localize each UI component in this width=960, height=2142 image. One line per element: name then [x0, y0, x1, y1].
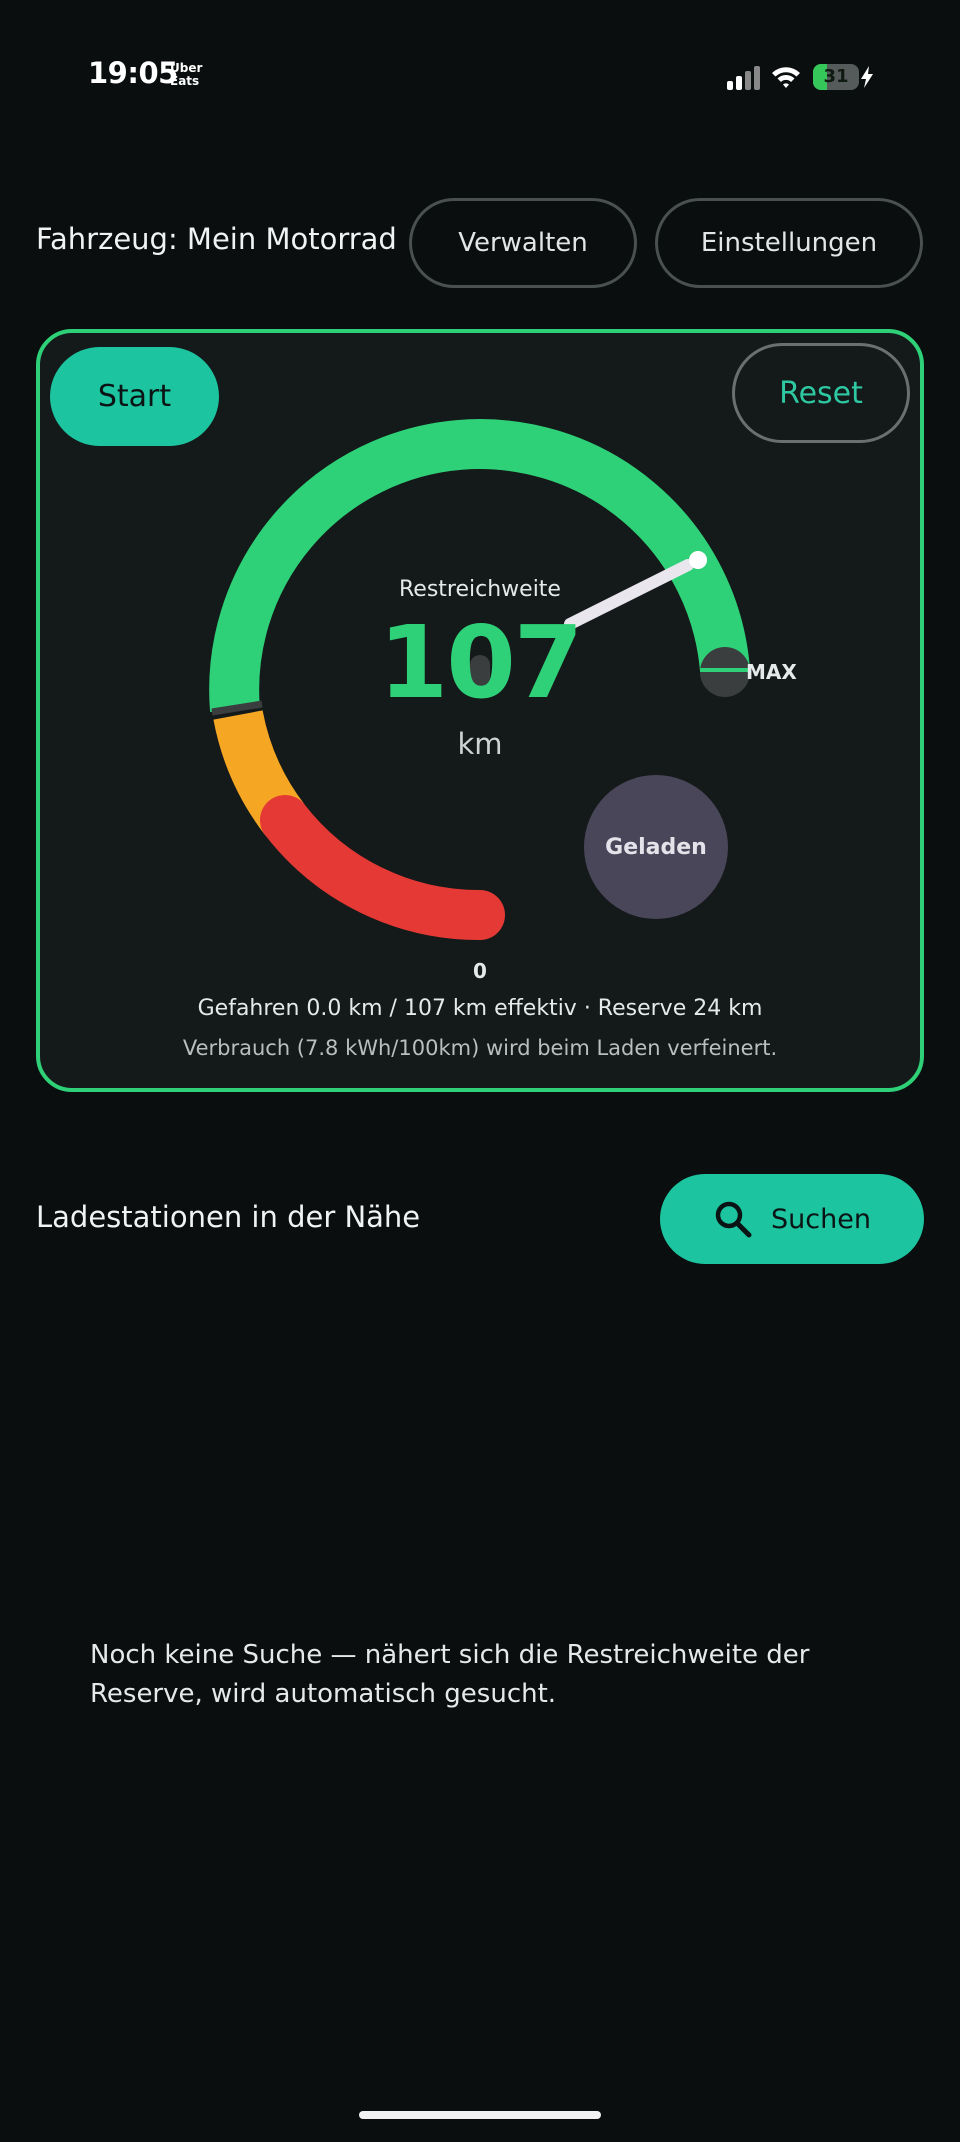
gauge-zero-label: 0 — [473, 959, 487, 983]
signal-icon — [727, 66, 761, 90]
gauge-max-label: MAX — [746, 660, 797, 684]
range-unit: km — [457, 727, 503, 761]
app-badge: Uber Eats — [170, 61, 203, 88]
search-icon — [715, 1201, 752, 1238]
charging-bolt-icon — [861, 66, 873, 88]
settings-button[interactable]: Einstellungen — [655, 198, 923, 288]
search-button-label: Suchen — [771, 1203, 871, 1235]
battery-icon: 31 — [813, 64, 859, 90]
reset-button[interactable]: Reset — [732, 343, 910, 443]
manage-vehicle-button[interactable]: Verwalten — [409, 198, 637, 288]
search-stations-button[interactable]: Suchen — [660, 1174, 924, 1264]
consumption-note: Verbrauch (7.8 kWh/100km) wird beim Lade… — [182, 1036, 778, 1060]
home-indicator[interactable] — [359, 2111, 601, 2119]
wifi-icon — [772, 67, 800, 88]
battery-level: 31 — [823, 66, 849, 87]
stations-title: Ladestationen in der Nähe — [36, 1200, 421, 1234]
range-value: 107 — [378, 604, 584, 721]
start-button[interactable]: Start — [50, 347, 219, 446]
charged-button[interactable]: Geladen — [584, 775, 728, 919]
gauge-title: Restreichweite — [399, 577, 561, 602]
empty-search-note: Noch keine Suche — nähert sich die Restr… — [90, 1640, 810, 1709]
driven-summary: Gefahren 0.0 km / 107 km effektiv · Rese… — [197, 996, 763, 1021]
status-time: 19:05 — [88, 56, 178, 90]
vehicle-title: Fahrzeug: Mein Motorrad — [36, 222, 397, 256]
